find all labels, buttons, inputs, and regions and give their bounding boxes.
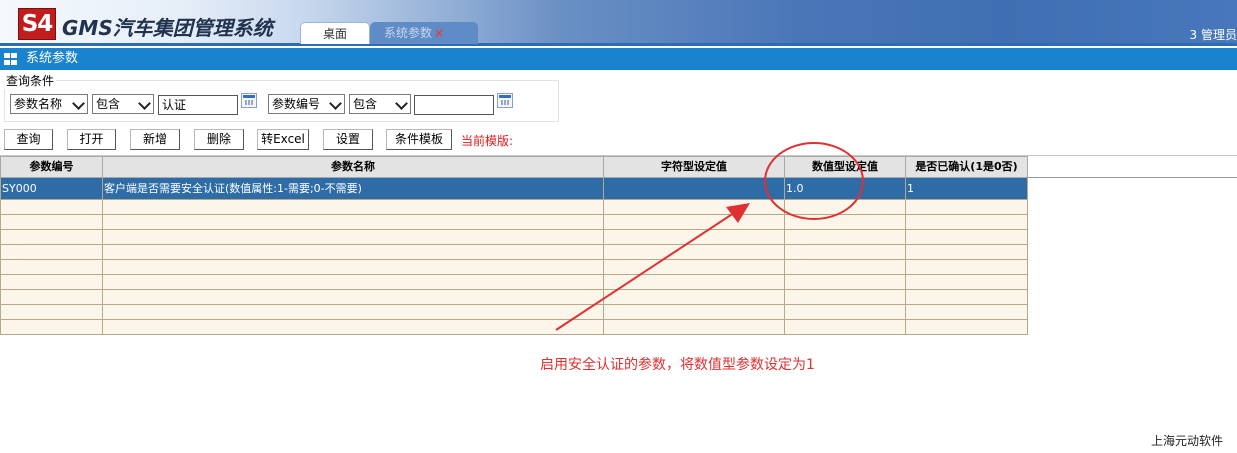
- table-cell[interactable]: [102, 319, 604, 335]
- table-row[interactable]: [0, 304, 1028, 320]
- table-cell[interactable]: [0, 304, 103, 320]
- table-cell[interactable]: [784, 274, 906, 290]
- table-cell[interactable]: [784, 304, 906, 320]
- windows-icon: [4, 53, 18, 65]
- table-cell[interactable]: [102, 274, 604, 290]
- annotation-circle: [764, 142, 864, 220]
- value1-input[interactable]: 认证: [158, 95, 238, 115]
- table-cell[interactable]: [102, 259, 604, 275]
- table-row[interactable]: SY000 客户端是否需要安全认证(数值属性:1-需要;0-不需要) 1.0 1: [0, 177, 1028, 200]
- table-cell[interactable]: [784, 244, 906, 260]
- table-cell[interactable]: [0, 229, 103, 245]
- open-button[interactable]: 打开: [67, 129, 116, 150]
- tab-system-params[interactable]: 系统参数 ×: [370, 22, 478, 44]
- table-cell[interactable]: [905, 274, 1028, 290]
- table-cell[interactable]: [0, 244, 103, 260]
- field1-select-value: 参数名称: [14, 97, 63, 111]
- table-cell[interactable]: [784, 229, 906, 245]
- table-row[interactable]: [0, 274, 1028, 290]
- table-cell[interactable]: [0, 214, 103, 230]
- add-button[interactable]: 新增: [130, 129, 180, 150]
- company-footer: 上海元动软件: [1150, 434, 1223, 448]
- table-cell[interactable]: [905, 289, 1028, 305]
- chevron-down-icon: [138, 97, 151, 110]
- close-icon[interactable]: ×: [434, 26, 444, 40]
- table-cell[interactable]: [905, 244, 1028, 260]
- param-code-cell[interactable]: SY000: [0, 177, 103, 200]
- column-header[interactable]: 字符型设定值: [603, 156, 785, 178]
- table-cell[interactable]: [905, 229, 1028, 245]
- table-cell[interactable]: [0, 274, 103, 290]
- table-cell[interactable]: [102, 304, 604, 320]
- table-cell[interactable]: [0, 289, 103, 305]
- table-cell[interactable]: [102, 229, 604, 245]
- current-template-label: 当前模版:: [461, 134, 514, 148]
- table-cell[interactable]: [905, 214, 1028, 230]
- chevron-down-icon: [329, 97, 342, 110]
- table-cell[interactable]: [102, 289, 604, 305]
- table-cell[interactable]: [0, 259, 103, 275]
- table-cell[interactable]: [905, 259, 1028, 275]
- tab-desktop-label: 桌面: [322, 27, 347, 41]
- table-row[interactable]: [0, 199, 1028, 215]
- operator2-select-value: 包含: [353, 97, 378, 111]
- condition-template-button[interactable]: 条件模板: [386, 129, 452, 150]
- column-header[interactable]: 参数编号: [0, 156, 103, 178]
- params-table: 参数编号 参数名称 字符型设定值 数值型设定值 是否已确认(1是0否) SY00…: [0, 156, 1028, 335]
- column-header[interactable]: 是否已确认(1是0否): [905, 156, 1028, 178]
- calendar-icon[interactable]: [497, 93, 513, 108]
- operator1-select[interactable]: 包含: [92, 94, 154, 114]
- app-title: GMS汽车集团管理系统: [62, 16, 273, 40]
- page-title: 系统参数: [26, 51, 79, 66]
- table-cell[interactable]: [0, 319, 103, 335]
- table-row[interactable]: [0, 229, 1028, 245]
- confirmed-cell[interactable]: 1: [905, 177, 1028, 200]
- grid-divider: [1027, 177, 1237, 178]
- table-cell[interactable]: [102, 199, 604, 215]
- table-row[interactable]: [0, 214, 1028, 230]
- annotation-text: 启用安全认证的参数，将数值型参数设定为1: [540, 357, 815, 373]
- page-title-bar: 系统参数: [0, 48, 1237, 70]
- tab-desktop[interactable]: 桌面: [300, 22, 370, 44]
- table-cell[interactable]: [0, 199, 103, 215]
- annotation-arrow: [555, 203, 750, 331]
- settings-button[interactable]: 设置: [323, 129, 373, 150]
- calendar-icon[interactable]: [241, 93, 257, 108]
- field2-select-value: 参数编号: [272, 97, 321, 111]
- table-row[interactable]: [0, 289, 1028, 305]
- query-button[interactable]: 查询: [4, 129, 53, 150]
- logo: S4: [18, 8, 56, 40]
- operator2-select[interactable]: 包含: [349, 94, 411, 114]
- delete-button[interactable]: 删除: [194, 129, 244, 150]
- table-row[interactable]: [0, 259, 1028, 275]
- export-excel-button[interactable]: 转Excel: [257, 129, 309, 150]
- table-header-row: 参数编号 参数名称 字符型设定值 数值型设定值 是否已确认(1是0否): [0, 156, 1028, 178]
- table-cell[interactable]: [102, 214, 604, 230]
- tab-system-params-label: 系统参数: [384, 26, 433, 40]
- table-cell[interactable]: [784, 289, 906, 305]
- value2-input[interactable]: [414, 95, 494, 115]
- chevron-down-icon: [72, 97, 85, 110]
- table-cell[interactable]: [102, 244, 604, 260]
- table-cell[interactable]: [784, 259, 906, 275]
- table-cell[interactable]: [905, 304, 1028, 320]
- app-header: S4 GMS汽车集团管理系统 桌面 系统参数 × 3 管理员: [0, 0, 1237, 46]
- param-name-cell[interactable]: 客户端是否需要安全认证(数值属性:1-需要;0-不需要): [102, 177, 604, 200]
- table-cell[interactable]: [905, 199, 1028, 215]
- column-header[interactable]: 参数名称: [102, 156, 604, 178]
- field1-select[interactable]: 参数名称: [10, 94, 88, 114]
- table-cell[interactable]: [905, 319, 1028, 335]
- field2-select[interactable]: 参数编号: [268, 94, 345, 114]
- table-cell[interactable]: [784, 319, 906, 335]
- query-conditions-legend: 查询条件: [4, 72, 57, 89]
- chevron-down-icon: [395, 97, 408, 110]
- user-label[interactable]: 3 管理员: [1190, 26, 1237, 43]
- table-row[interactable]: [0, 244, 1028, 260]
- operator1-select-value: 包含: [96, 97, 121, 111]
- table-row[interactable]: [0, 319, 1028, 335]
